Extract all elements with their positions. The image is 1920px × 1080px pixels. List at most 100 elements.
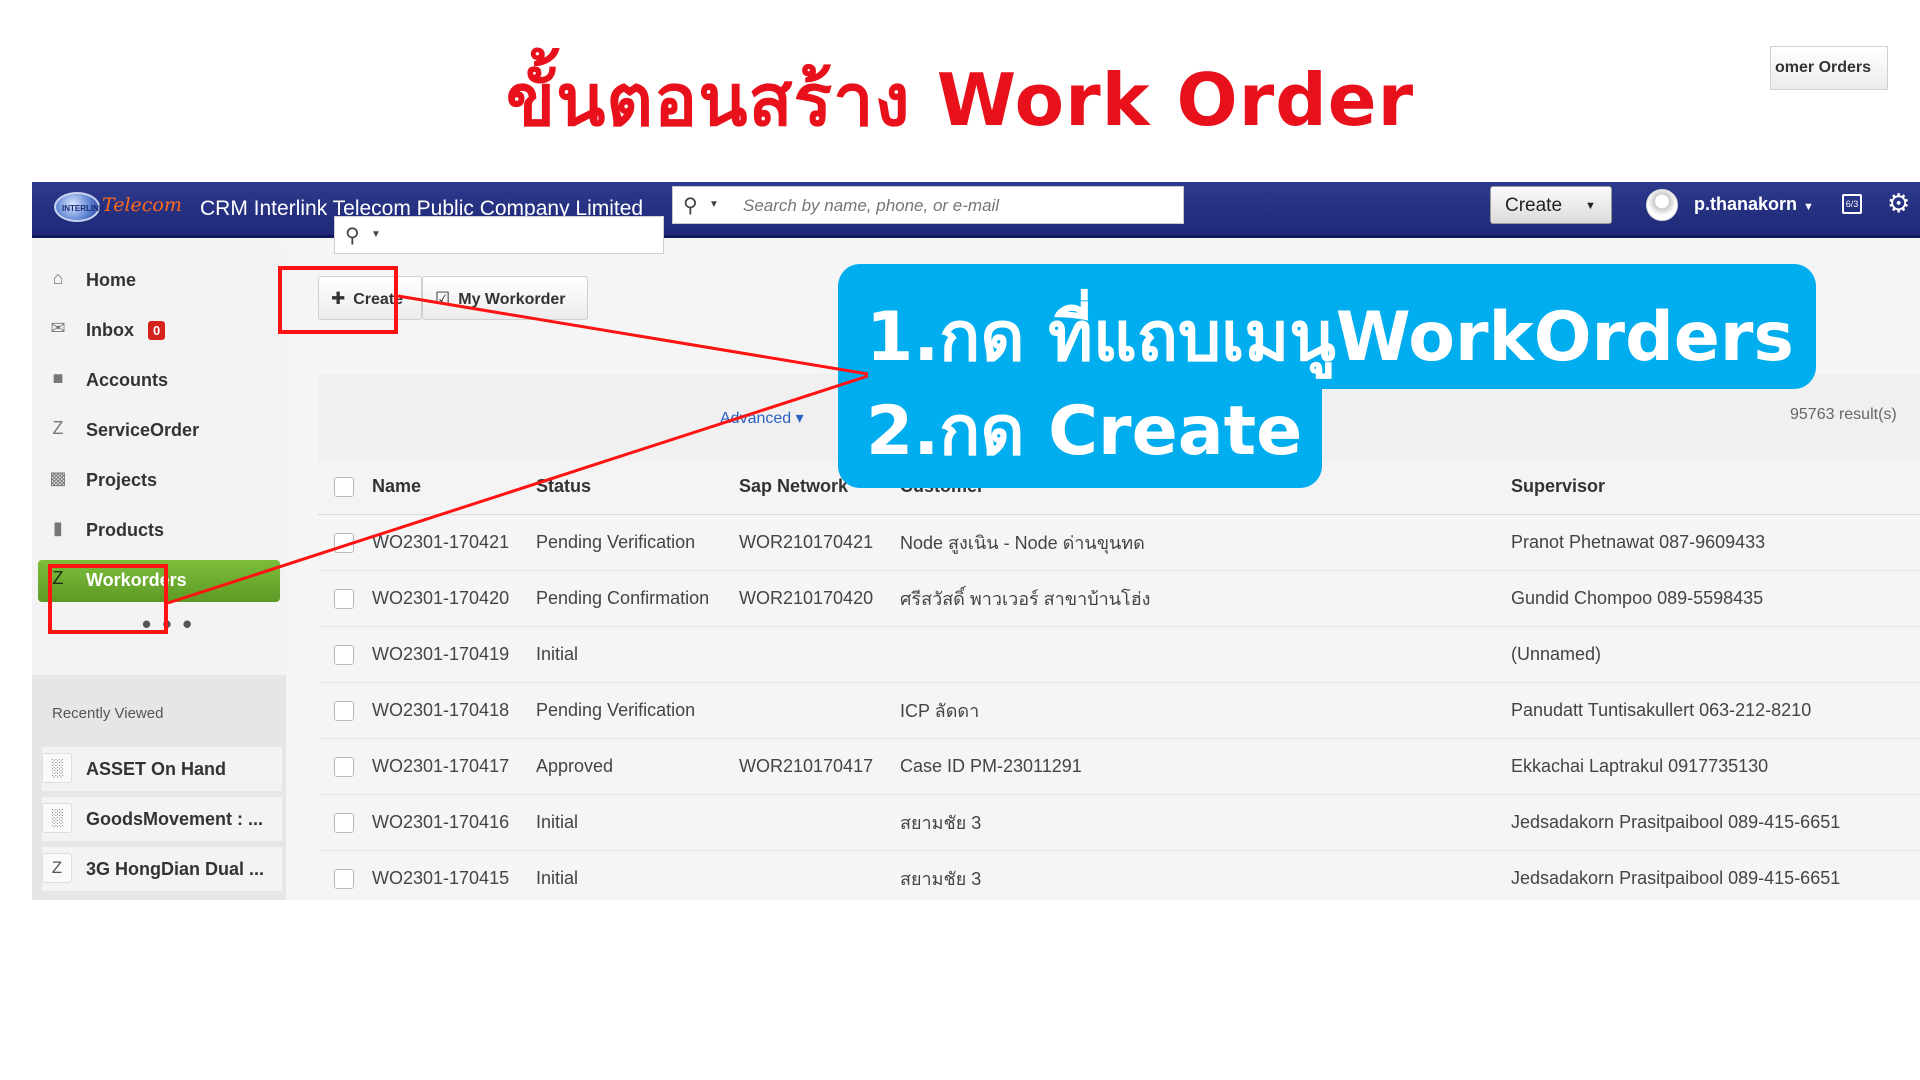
row-select-cell <box>318 850 372 907</box>
table-row[interactable]: WO2301-170420 Pending Confirmation WOR21… <box>318 570 1920 627</box>
table-row[interactable]: WO2301-170416 Initial สยามชัย 3 Jedsadak… <box>318 794 1920 851</box>
username: p.thanakorn <box>1694 194 1798 214</box>
sidebar-item-accounts[interactable]: ■ Accounts <box>32 360 286 402</box>
bar-chart-icon: ░ <box>42 803 72 833</box>
chevron-down-icon[interactable]: ▼ <box>709 199 719 210</box>
row-checkbox[interactable] <box>334 756 354 777</box>
row-select-cell <box>318 794 372 851</box>
cell-customer: Node สูงเนิน - Node ด่านขุนทด <box>900 514 1511 571</box>
advanced-search-link[interactable]: Advanced ▾ <box>720 408 804 428</box>
recent-item[interactable]: ░ GoodsMovement : ... <box>42 797 282 841</box>
chevron-down-icon: ▼ <box>1803 201 1814 213</box>
sidebar-item-serviceorder[interactable]: Z ServiceOrder <box>32 410 286 452</box>
cell-sap-network: WOR210170421 <box>739 514 900 571</box>
row-checkbox[interactable] <box>334 868 354 889</box>
column-header-name[interactable]: Name <box>372 460 536 515</box>
sidebar-item-inbox[interactable]: ✉ Inbox 0 <box>32 310 286 352</box>
book-icon: ▮ <box>53 518 63 538</box>
row-checkbox[interactable] <box>334 532 354 553</box>
sidebar-item-projects[interactable]: ▩ Projects <box>32 460 286 502</box>
row-select-cell <box>318 738 372 795</box>
cell-status: Pending Verification <box>536 514 739 571</box>
search-icon[interactable]: ⚲ <box>683 193 698 218</box>
row-checkbox[interactable] <box>334 700 354 721</box>
select-all-checkbox[interactable] <box>334 477 354 498</box>
table-row[interactable]: WO2301-170418 Pending Verification ICP ล… <box>318 682 1920 739</box>
recent-item-label: 3G HongDian Dual ... <box>86 859 265 879</box>
cell-supervisor: Pranot Phetnawat 087-9609433 <box>1511 514 1920 571</box>
cell-name[interactable]: WO2301-170420 <box>372 570 536 627</box>
row-select-cell <box>318 514 372 571</box>
list-search[interactable]: ⚲ ▼ <box>334 216 664 254</box>
briefcase-icon: ▩ <box>49 468 67 488</box>
recently-viewed-panel: Recently Viewed ░ ASSET On Hand ░ GoodsM… <box>32 675 286 900</box>
column-header-supervisor[interactable]: Supervisor <box>1511 460 1920 515</box>
z-icon: Z <box>52 418 64 438</box>
table-row[interactable]: WO2301-170421 Pending Verification WOR21… <box>318 514 1920 571</box>
company-logo[interactable]: INTERLINK Telecom <box>54 190 189 226</box>
user-menu[interactable]: p.thanakorn ▼ <box>1694 194 1814 215</box>
recent-item-label: GoodsMovement : ... <box>86 809 264 829</box>
my-workorder-label: My Workorder <box>458 291 566 308</box>
sidebar-item-label: Inbox <box>86 320 134 340</box>
calendar-icon[interactable]: 6/3 <box>1842 194 1862 214</box>
sidebar-item-label: Products <box>86 520 165 540</box>
cell-sap-network <box>739 682 900 739</box>
cell-name[interactable]: WO2301-170415 <box>372 850 536 907</box>
customer-orders-label: omer Orders <box>1775 59 1872 76</box>
row-select-cell <box>318 626 372 683</box>
row-checkbox[interactable] <box>334 812 354 833</box>
cell-sap-network: WOR210170420 <box>739 570 900 627</box>
bar-chart-icon: ░ <box>42 753 72 783</box>
row-checkbox[interactable] <box>334 644 354 665</box>
sidebar-item-inbox-label-wrap: Inbox 0 <box>86 320 166 341</box>
global-search[interactable]: ⚲ ▼ <box>672 186 1184 224</box>
sidebar-item-products[interactable]: ▮ Products <box>32 510 286 552</box>
home-icon: ⌂ <box>52 268 64 288</box>
row-select-cell <box>318 682 372 739</box>
cell-customer <box>900 626 1511 683</box>
sidebar-item-label: Home <box>86 270 137 290</box>
advanced-label: Advanced <box>720 410 792 427</box>
cell-supervisor: Jedsadakorn Prasitpaibool 089-415-6651 <box>1511 794 1920 851</box>
cell-supervisor: (Unnamed) <box>1511 626 1920 683</box>
search-icon[interactable]: ⚲ <box>345 223 360 248</box>
recent-item[interactable]: Z 3G HongDian Dual ... <box>42 847 282 891</box>
column-header-status[interactable]: Status <box>536 460 739 515</box>
row-checkbox[interactable] <box>334 588 354 609</box>
chevron-down-icon: ▼ <box>1585 200 1596 212</box>
row-select-cell <box>318 570 372 627</box>
table-row[interactable]: WO2301-170415 Initial สยามชัย 3 Jedsadak… <box>318 850 1920 907</box>
instruction-step-2: 2.กด Create <box>866 392 1303 471</box>
cell-supervisor: Gundid Chompoo 089-5598435 <box>1511 570 1920 627</box>
unread-count-badge: 0 <box>148 321 166 340</box>
my-workorder-button[interactable]: ☑ My Workorder <box>422 276 588 320</box>
workorders-highlight-box <box>48 564 168 634</box>
cell-customer: สยามชัย 3 <box>900 794 1511 851</box>
cell-name[interactable]: WO2301-170418 <box>372 682 536 739</box>
recent-item-label: ASSET On Hand <box>86 759 227 779</box>
avatar[interactable] <box>1646 189 1678 221</box>
create-dropdown-button[interactable]: Create ▼ <box>1490 186 1612 224</box>
cell-status: Approved <box>536 738 739 795</box>
global-search-input[interactable] <box>743 194 1163 218</box>
instruction-step-1: 1.กด ที่แถบเมนูWorkOrders <box>866 298 1794 377</box>
recent-item[interactable]: ░ ASSET On Hand <box>42 747 282 791</box>
folder-icon: ■ <box>52 368 64 388</box>
cell-supervisor: Jedsadakorn Prasitpaibool 089-415-6651 <box>1511 850 1920 907</box>
cell-name[interactable]: WO2301-170416 <box>372 794 536 851</box>
cell-name[interactable]: WO2301-170421 <box>372 514 536 571</box>
cell-status: Pending Confirmation <box>536 570 739 627</box>
sidebar-item-home[interactable]: ⌂ Home <box>32 260 286 302</box>
table-row[interactable]: WO2301-170417 Approved WOR210170417 Case… <box>318 738 1920 795</box>
table-row[interactable]: WO2301-170419 Initial (Unnamed) <box>318 626 1920 683</box>
gear-icon[interactable]: ⚙ <box>1887 188 1910 219</box>
cell-name[interactable]: WO2301-170417 <box>372 738 536 795</box>
chevron-down-icon[interactable]: ▼ <box>371 229 381 240</box>
customer-orders-button[interactable]: omer Orders <box>1770 46 1888 90</box>
cell-name[interactable]: WO2301-170419 <box>372 626 536 683</box>
sidebar-item-label: ServiceOrder <box>86 420 200 440</box>
slide-bottom-area <box>0 900 1920 1080</box>
mail-icon: ✉ <box>50 318 66 338</box>
checkbox-icon: ☑ <box>435 289 451 308</box>
